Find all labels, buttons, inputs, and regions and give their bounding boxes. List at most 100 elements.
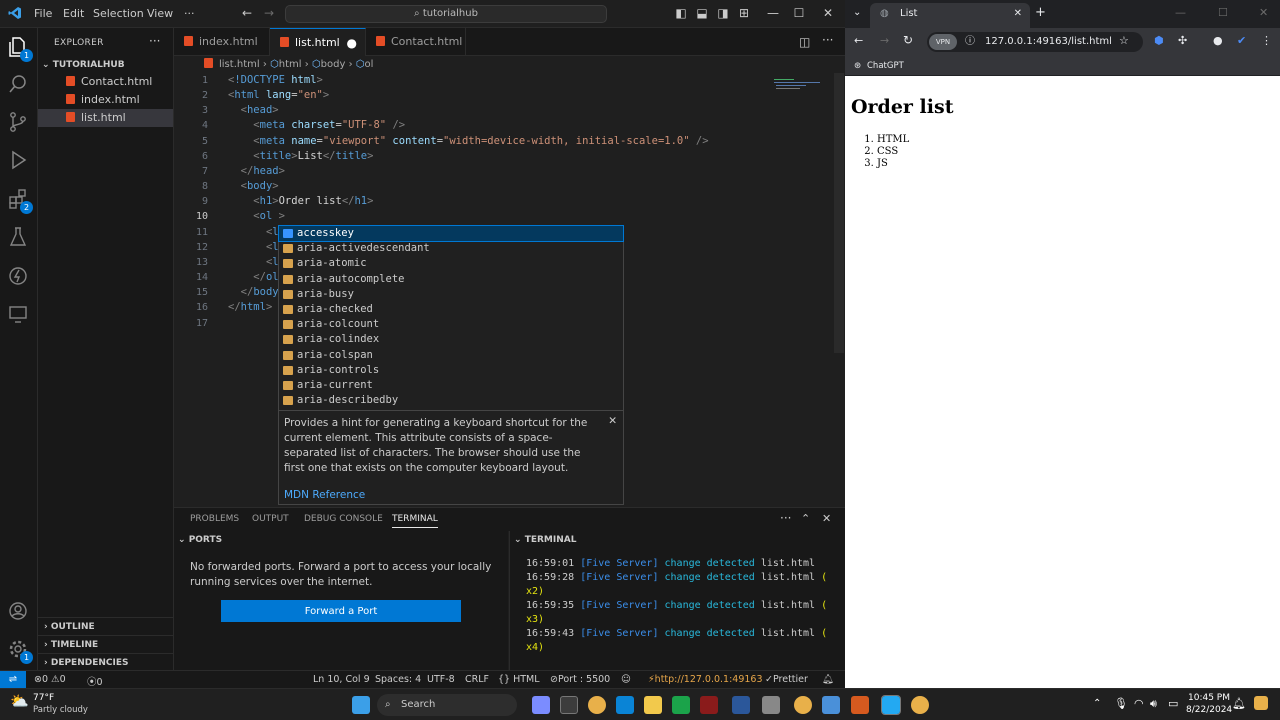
unsaved-dot-icon[interactable]: ● (347, 29, 357, 57)
back-arrow-icon[interactable]: ← (854, 34, 863, 47)
suggestion-item[interactable]: aria-activedescendant (279, 241, 623, 256)
menu-more[interactable]: ··· (184, 7, 195, 20)
ports-status[interactable]: ⦿0 (87, 674, 103, 688)
indentation[interactable]: Spaces: 4 (375, 674, 421, 685)
vscode-taskbar-icon[interactable] (881, 695, 901, 715)
remote-indicator-icon[interactable]: ⇌ (0, 671, 26, 689)
command-center-search[interactable]: ⌕ tutorialhub (285, 5, 607, 23)
browser-tab[interactable]: ◍ List ✕ (870, 3, 1030, 28)
copilot-icon[interactable]: ☺ (621, 674, 631, 685)
close-panel-icon[interactable]: ✕ (822, 512, 831, 525)
reload-icon[interactable]: ↻ (903, 33, 913, 47)
address-bar[interactable]: VPN ⓘ 127.0.0.1:49163/list.html (927, 32, 1143, 52)
tab-index[interactable]: index.html (174, 28, 270, 56)
suggestion-item[interactable]: aria-describedby (279, 393, 623, 408)
chrome-icon[interactable] (588, 696, 606, 714)
live-server-icon[interactable] (7, 265, 31, 289)
suggestion-item[interactable]: aria-autocomplete (279, 272, 623, 287)
maximize-icon[interactable]: ☐ (1218, 6, 1228, 19)
app-icon[interactable] (762, 696, 780, 714)
breadcrumb-html[interactable]: html (279, 59, 302, 70)
suggestion-item[interactable]: aria-colspan (279, 348, 623, 363)
close-window-icon[interactable]: ✕ (821, 6, 835, 20)
app-icon[interactable] (822, 696, 840, 714)
app-icon[interactable] (700, 696, 718, 714)
windows-start-icon[interactable] (352, 696, 370, 714)
five-server-url[interactable]: ⚡http://127.0.0.1:49163 (648, 674, 763, 685)
new-tab-icon[interactable]: + (1035, 5, 1046, 20)
maximize-panel-icon[interactable]: ⌃ (801, 512, 810, 525)
menu-file[interactable]: File (34, 7, 52, 20)
forward-arrow-icon[interactable]: → (262, 6, 276, 20)
teams-icon[interactable] (532, 696, 550, 714)
ports-header[interactable]: ⌄ PORTS (178, 535, 222, 545)
tab-search-icon[interactable]: ⌄ (853, 7, 861, 18)
terminal-header[interactable]: ⌄ TERMINAL (514, 535, 576, 545)
tab-debug-console[interactable]: DEBUG CONSOLE (304, 514, 383, 524)
edge-icon[interactable] (616, 696, 634, 714)
file-list[interactable]: list.html (38, 109, 173, 127)
forward-arrow-icon[interactable]: → (880, 34, 889, 47)
live-server-port[interactable]: ⊘Port : 5500 (550, 674, 610, 685)
customize-layout-icon[interactable]: ⊞ (737, 6, 751, 20)
taskbar-search[interactable]: ⌕ Search (377, 694, 517, 716)
panel-more-icon[interactable]: ··· (780, 511, 791, 525)
toggle-panel-icon[interactable]: ⬓ (695, 6, 709, 20)
line-ending[interactable]: CRLF (465, 674, 489, 685)
weather-temp[interactable]: 77°F (33, 693, 54, 703)
editor-scrollbar[interactable] (834, 73, 844, 353)
site-info-icon[interactable]: ⓘ (965, 32, 975, 52)
file-index[interactable]: index.html (38, 91, 173, 109)
toggle-sidebar-icon[interactable]: ◧ (674, 6, 688, 20)
battery-icon[interactable]: ▭ (1168, 697, 1178, 710)
tab-list[interactable]: list.html ● (270, 28, 366, 56)
menu-edit[interactable]: Edit (63, 7, 84, 20)
section-dependencies[interactable]: › DEPENDENCIES (38, 653, 173, 671)
close-window-icon[interactable]: ✕ (1259, 6, 1268, 19)
section-outline[interactable]: › OUTLINE (38, 617, 173, 635)
notifications-bell-icon[interactable]: 🔔︎ (1232, 697, 1246, 710)
close-tab-icon[interactable]: ✕ (1014, 3, 1022, 25)
encoding[interactable]: UTF-8 (427, 674, 455, 685)
suggestion-item[interactable]: aria-busy (279, 287, 623, 302)
testing-flask-icon[interactable] (7, 226, 31, 250)
cursor-position[interactable]: Ln 10, Col 9 (313, 674, 370, 685)
suggestion-item[interactable]: aria-atomic (279, 256, 623, 271)
wifi-icon[interactable]: ◠ (1134, 697, 1144, 710)
bookmark-star-icon[interactable]: ☆ (1119, 34, 1129, 47)
source-control-icon[interactable] (7, 111, 31, 135)
xbox-icon[interactable] (672, 696, 690, 714)
browser-menu-icon[interactable]: ⋮ (1261, 34, 1272, 47)
extensions-icon[interactable]: 2 (7, 188, 33, 214)
clock-date[interactable]: 8/22/2024 (1186, 705, 1232, 715)
editor-more-icon[interactable]: ··· (822, 33, 833, 47)
remote-explorer-icon[interactable] (7, 303, 31, 327)
tab-contact[interactable]: Contact.html (366, 28, 466, 56)
explorer-files-icon[interactable]: 1 (7, 36, 33, 62)
breadcrumb-file[interactable]: list.html (219, 59, 260, 70)
close-icon[interactable]: ✕ (608, 414, 617, 429)
mdn-reference-link[interactable]: MDN Reference (284, 488, 365, 503)
clock-time[interactable]: 10:45 PM (1188, 693, 1230, 703)
suggestion-item[interactable]: aria-checked (279, 302, 623, 317)
minimize-icon[interactable]: — (1175, 6, 1186, 19)
word-icon[interactable] (732, 696, 750, 714)
menu-selection[interactable]: Selection (93, 7, 144, 20)
chrome-icon[interactable] (794, 696, 812, 714)
suggestion-item[interactable]: aria-colcount (279, 317, 623, 332)
bookmark-chatgpt[interactable]: ChatGPT (867, 61, 904, 71)
suggestion-item[interactable]: aria-colindex (279, 332, 623, 347)
tab-problems[interactable]: PROBLEMS (190, 514, 239, 524)
search-icon[interactable] (7, 73, 31, 97)
suggestion-item[interactable]: aria-current (279, 378, 623, 393)
minimize-icon[interactable]: — (766, 6, 780, 20)
minimap[interactable] (772, 77, 824, 95)
problems-status[interactable]: ⊗0 ⚠0 (34, 674, 66, 685)
settings-gear-icon[interactable]: 1 (7, 638, 33, 664)
section-timeline[interactable]: › TIMELINE (38, 635, 173, 653)
forward-port-button[interactable]: Forward a Port (221, 600, 461, 622)
weather-icon[interactable]: ⛅ (10, 692, 29, 710)
task-view-icon[interactable] (560, 696, 578, 714)
run-debug-icon[interactable] (7, 149, 31, 173)
language-mode[interactable]: {} HTML (498, 674, 540, 685)
